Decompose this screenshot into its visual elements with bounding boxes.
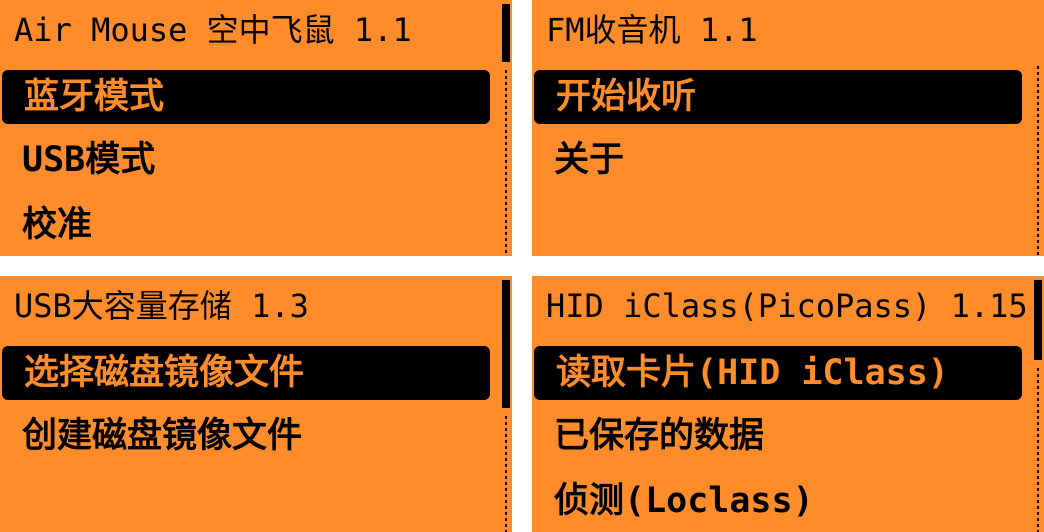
scrollbar[interactable] (1032, 0, 1044, 256)
app-panel-air-mouse: Air Mouse 空中飞鼠 1.1 蓝牙模式 USB模式 校准 (0, 0, 512, 256)
menu-item-read-card[interactable]: 读取卡片(HID iClass) (534, 346, 1022, 400)
scroll-thumb[interactable] (1034, 280, 1042, 360)
app-panel-usb-mass-storage: USB大容量存储 1.3 选择磁盘镜像文件 创建磁盘镜像文件 (0, 276, 512, 532)
app-title: Air Mouse 空中飞鼠 1.1 (14, 11, 412, 49)
app-panel-fm-radio: FM收音机 1.1 开始收听 关于 (532, 0, 1044, 256)
scroll-track (1037, 66, 1039, 256)
menu-item-about[interactable]: 关于 (532, 133, 1024, 187)
app-title: FM收音机 1.1 (546, 11, 758, 49)
app-panel-hid-iclass: HID iClass(PicoPass) 1.15 读取卡片(HID iClas… (532, 276, 1044, 532)
scrollbar[interactable] (1032, 276, 1044, 532)
scroll-track (505, 70, 507, 256)
menu-item-calibrate[interactable]: 校准 (0, 198, 492, 252)
scroll-track (1037, 368, 1039, 532)
menu-item-saved-data[interactable]: 已保存的数据 (532, 409, 1024, 463)
menu-item-create-disk-image[interactable]: 创建磁盘镜像文件 (0, 409, 492, 463)
menu-item-usb-mode[interactable]: USB模式 (0, 133, 492, 187)
menu-item-select-disk-image[interactable]: 选择磁盘镜像文件 (2, 346, 490, 400)
menu-item-sniff-loclass[interactable]: 侦测(Loclass) (532, 474, 1024, 528)
menu-item-bluetooth-mode[interactable]: 蓝牙模式 (2, 70, 490, 124)
app-title: HID iClass(PicoPass) 1.15 (546, 287, 1028, 325)
scroll-thumb[interactable] (502, 4, 510, 62)
app-title: USB大容量存储 1.3 (14, 287, 309, 325)
menu-item-start-listening[interactable]: 开始收听 (534, 70, 1022, 124)
scroll-track (505, 416, 507, 532)
scrollbar[interactable] (500, 276, 512, 532)
scrollbar[interactable] (500, 0, 512, 256)
scroll-thumb[interactable] (502, 280, 510, 408)
